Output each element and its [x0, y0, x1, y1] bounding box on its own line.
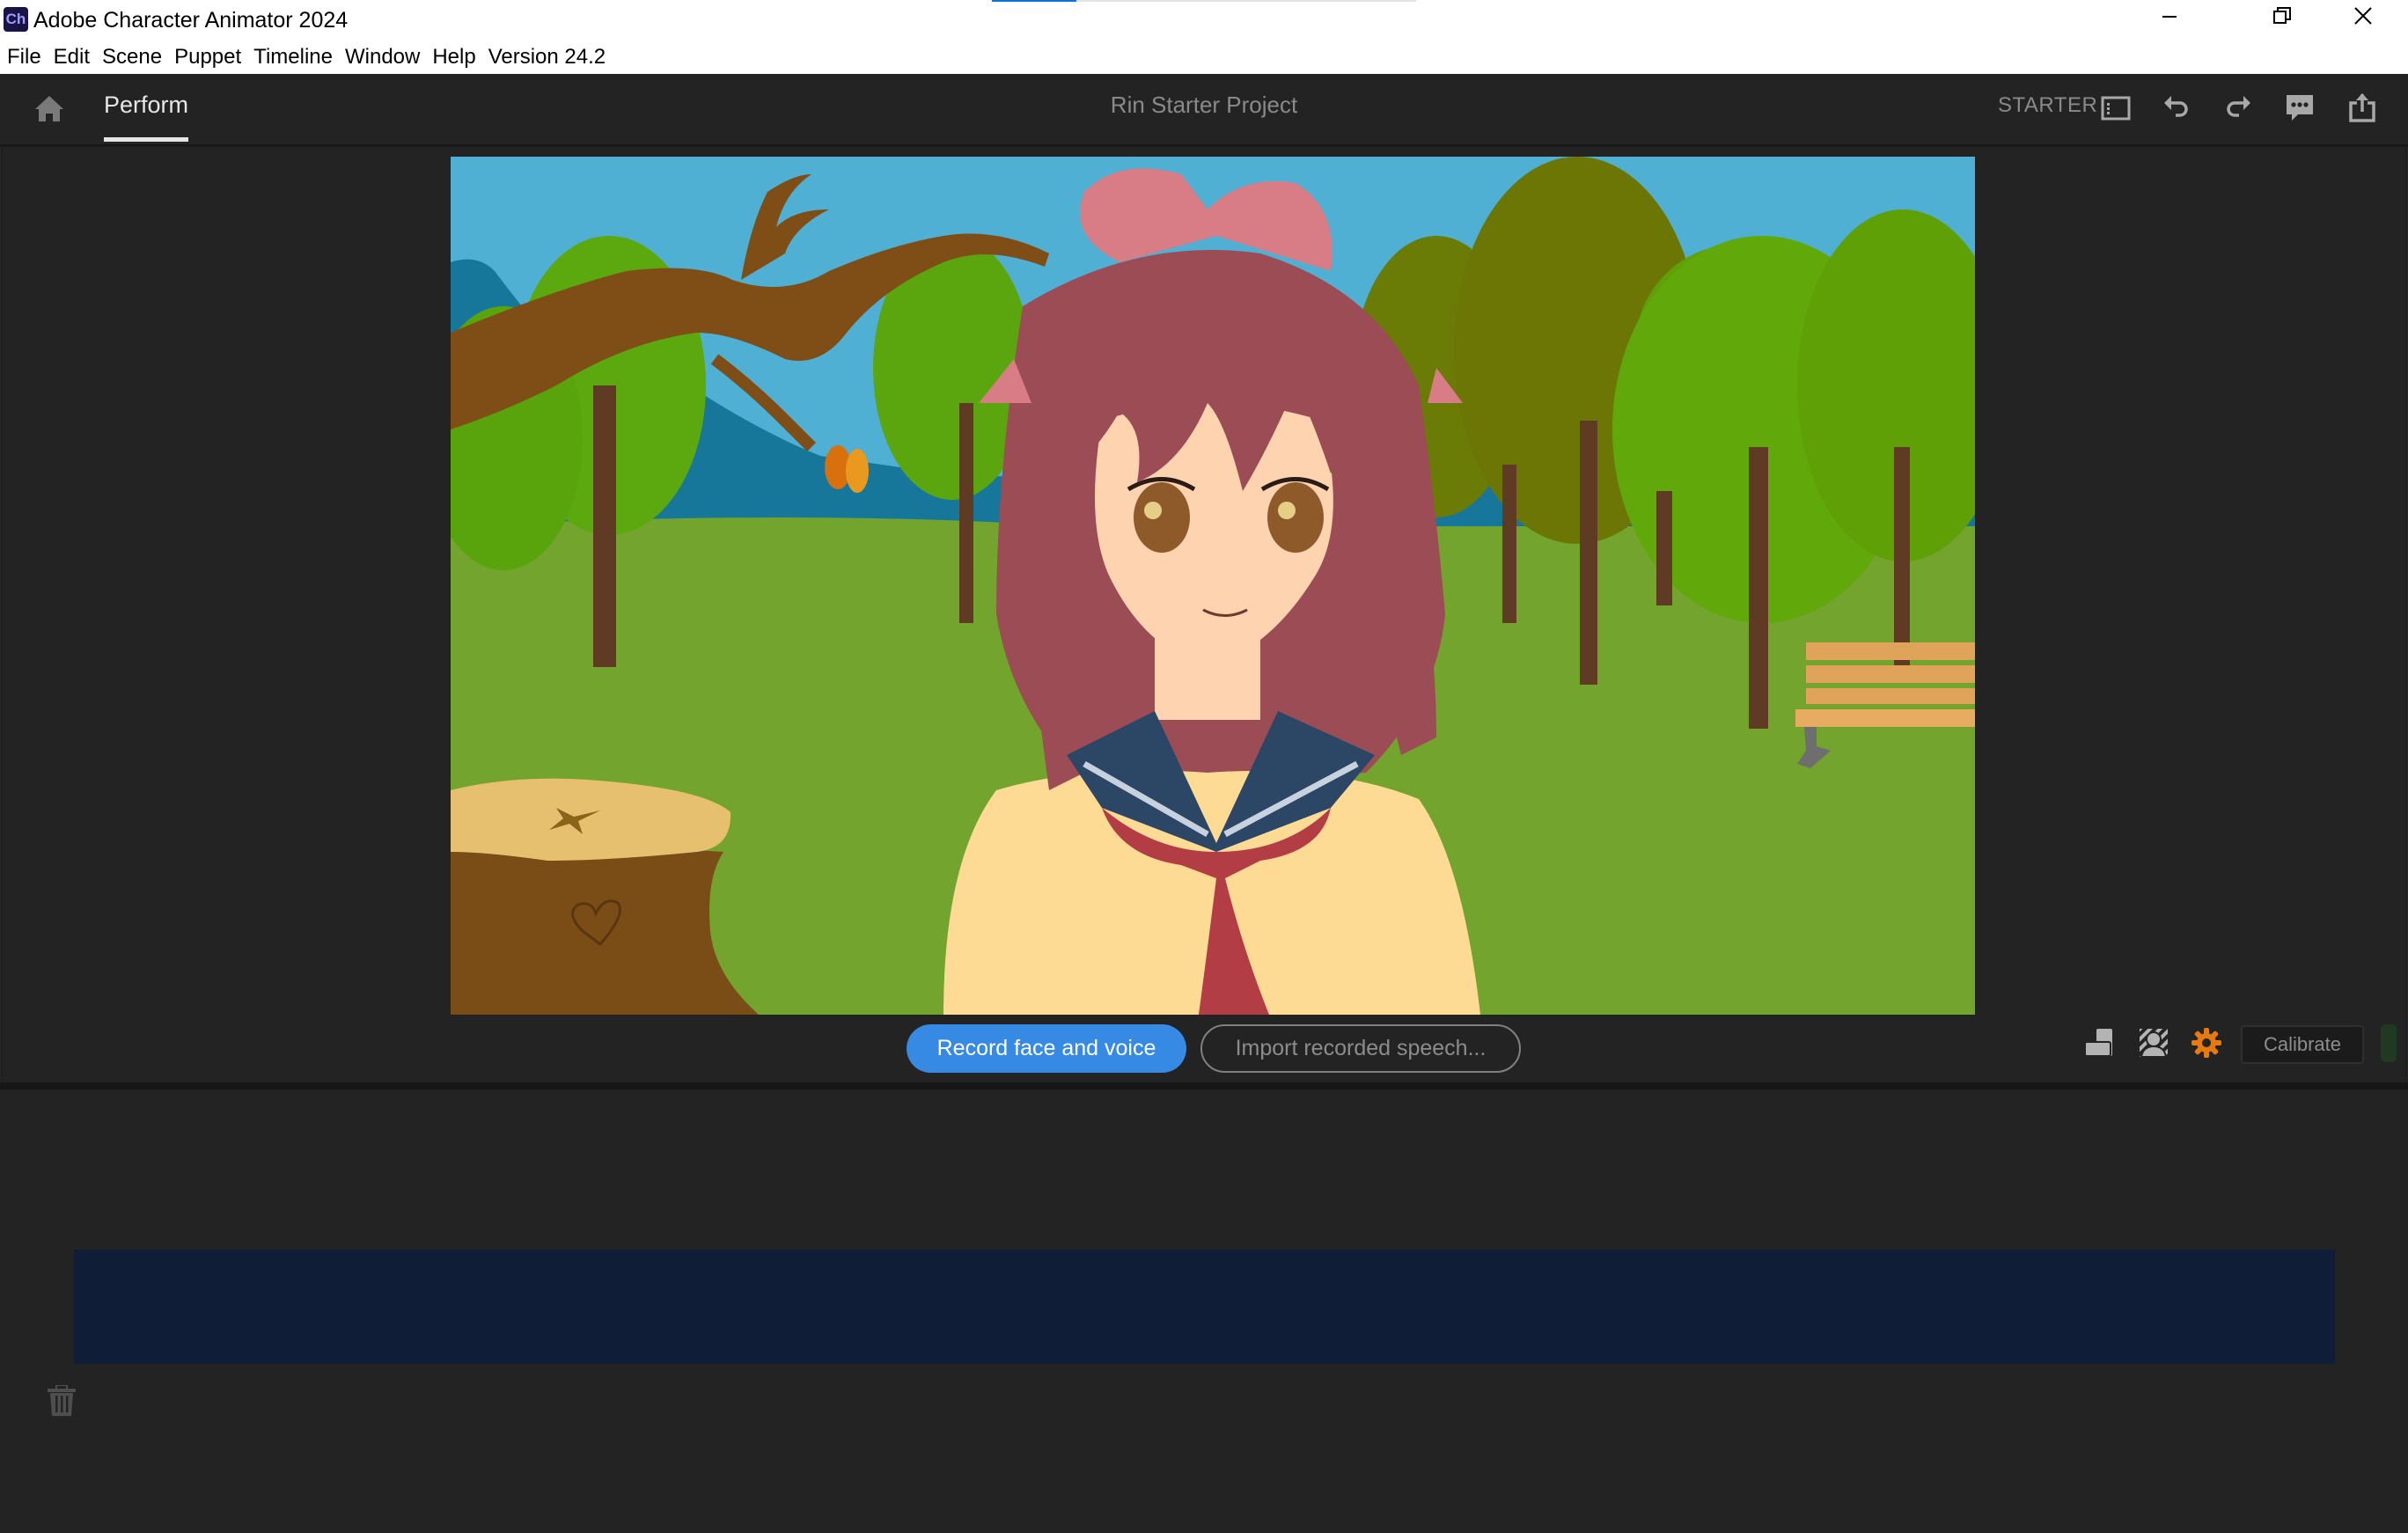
- feedback-button[interactable]: [2284, 92, 2316, 123]
- close-icon: [2353, 6, 2373, 31]
- menu-scene[interactable]: Scene: [96, 40, 168, 74]
- close-button[interactable]: [2324, 0, 2403, 37]
- menu-window[interactable]: Window: [339, 40, 426, 74]
- loading-progress-fill: [992, 0, 1077, 2]
- layers-button[interactable]: [2084, 1028, 2114, 1058]
- restore-icon: [2272, 6, 2292, 31]
- scene-artwork: [451, 157, 1975, 1015]
- record-face-and-voice-button[interactable]: Record face and voice: [907, 1024, 1186, 1073]
- panel-layout-button[interactable]: [2100, 92, 2132, 123]
- app-header: Perform Rin Starter Project STARTER: [0, 74, 2408, 146]
- restore-button[interactable]: [2243, 0, 2322, 37]
- panel-divider[interactable]: [0, 1082, 2408, 1089]
- menu-help[interactable]: Help: [426, 40, 481, 74]
- app-logo-icon: Ch: [4, 7, 28, 32]
- feedback-icon: [2287, 95, 2313, 121]
- menu-timeline[interactable]: Timeline: [247, 40, 339, 74]
- window-title: Adobe Character Animator 2024: [33, 8, 349, 33]
- minimize-icon: [2161, 6, 2178, 31]
- layers-icon: [2084, 1029, 2112, 1057]
- share-button[interactable]: [2346, 92, 2378, 123]
- calibrate-button[interactable]: Calibrate: [2241, 1025, 2364, 1064]
- plan-badge: STARTER: [1998, 93, 2098, 117]
- scene-stage[interactable]: [451, 157, 1975, 1015]
- window-titlebar: Ch Adobe Character Animator 2024 File Ed…: [0, 0, 2408, 74]
- background-removal-button[interactable]: [2139, 1028, 2169, 1058]
- undo-button[interactable]: [2161, 92, 2192, 123]
- redo-icon: [2227, 96, 2250, 117]
- menu-puppet[interactable]: Puppet: [168, 40, 247, 74]
- delete-take-button[interactable]: [48, 1384, 76, 1417]
- background-removal-icon: [2140, 1029, 2168, 1058]
- trash-icon: [48, 1384, 76, 1416]
- import-recorded-speech-button[interactable]: Import recorded speech...: [1200, 1024, 1521, 1073]
- menu-edit[interactable]: Edit: [48, 40, 96, 74]
- right-eye: [1267, 482, 1324, 553]
- take-track-bar[interactable]: [74, 1250, 2335, 1364]
- settings-button[interactable]: [2191, 1028, 2221, 1058]
- active-tab-indicator: [104, 137, 188, 142]
- left-eye: [1134, 482, 1190, 553]
- minimize-button[interactable]: [2130, 0, 2209, 37]
- panel-layout-icon: [2101, 96, 2131, 121]
- undo-icon: [2164, 96, 2188, 117]
- redo-button[interactable]: [2222, 92, 2254, 123]
- share-icon: [2349, 93, 2375, 122]
- settings-gear-icon: [2191, 1028, 2221, 1058]
- loading-progress-bar: [992, 0, 1416, 2]
- menu-file[interactable]: File: [0, 40, 48, 74]
- audio-level-meter: [2381, 1024, 2397, 1062]
- menu-version[interactable]: Version 24.2: [482, 40, 612, 74]
- menu-bar: File Edit Scene Puppet Timeline Window H…: [0, 40, 612, 74]
